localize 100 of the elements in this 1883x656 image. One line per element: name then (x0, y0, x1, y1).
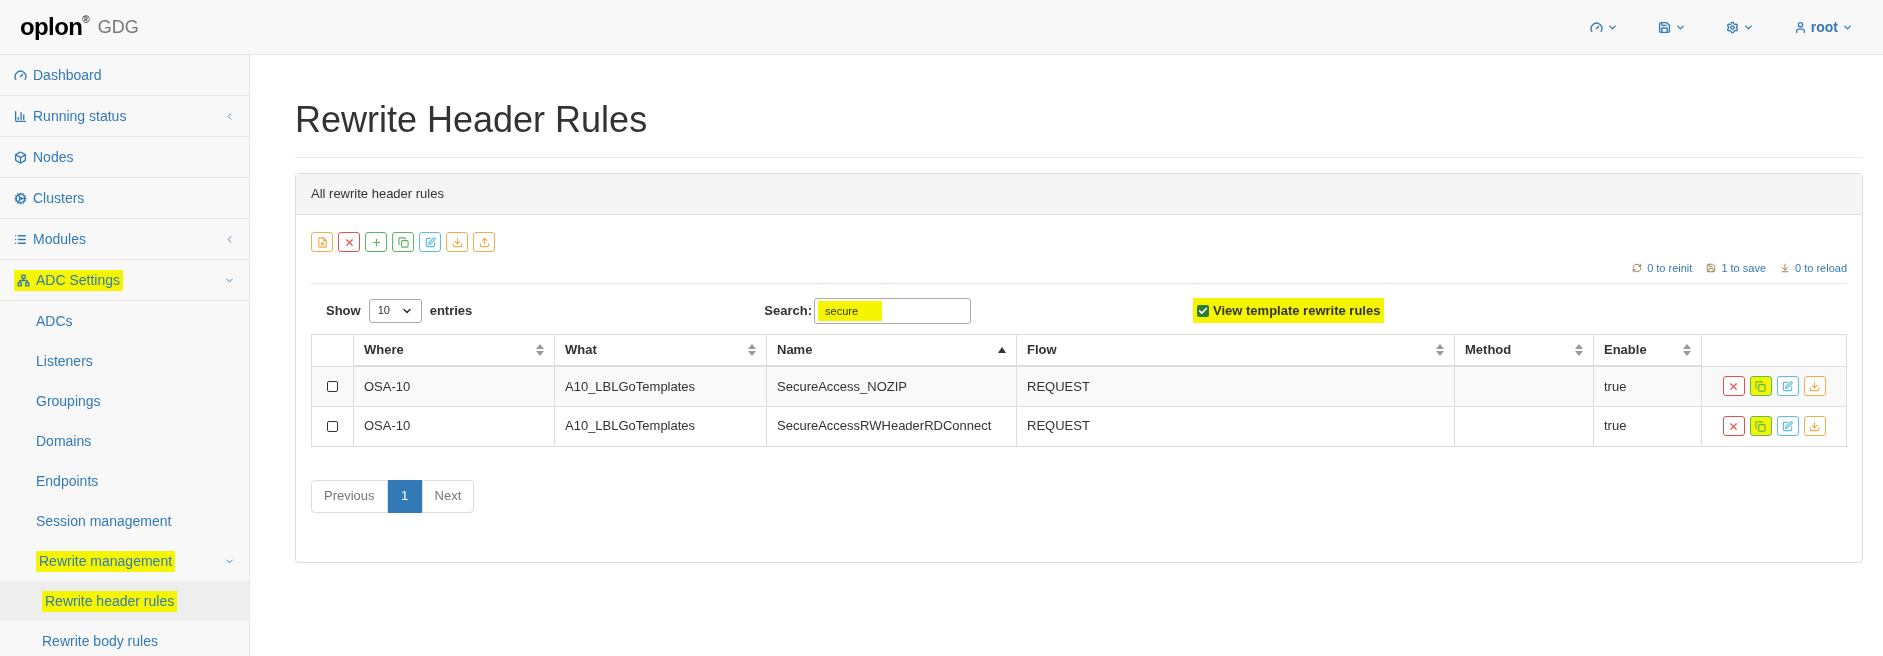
settings-icon (1725, 20, 1739, 34)
copy-icon (1755, 420, 1766, 432)
save-icon (1657, 20, 1671, 34)
table-cell: SecureAccess_NOZIP (777, 378, 908, 394)
download-button[interactable] (1803, 416, 1826, 436)
close-icon (1728, 420, 1739, 432)
table-cell: SecureAccessRWHeaderRDConnect (777, 418, 992, 434)
next-button[interactable]: Next (421, 479, 475, 513)
sidebar-item[interactable]: ADC Settings (0, 260, 249, 301)
edit-icon (424, 236, 436, 248)
menu-label: ADCs (36, 311, 73, 331)
upload-icon (478, 236, 490, 248)
sidebar-item[interactable]: ADCs (0, 301, 249, 341)
menu-label: Modules (14, 228, 86, 250)
table-cell: A10_LBLGoTemplates (565, 378, 696, 394)
upload-button[interactable] (473, 232, 495, 252)
menu-label: Dashboard (14, 64, 102, 86)
delete-button[interactable] (338, 232, 360, 252)
clone-button[interactable] (392, 232, 414, 252)
edit-icon (1782, 420, 1793, 432)
row-checkbox[interactable] (327, 421, 338, 433)
dashboard-menu[interactable] (1589, 20, 1618, 34)
export-icon (316, 236, 328, 248)
table-cell: REQUEST (1027, 378, 1090, 394)
product-name: GDG (97, 15, 139, 39)
status-link[interactable]: 1 to save (1706, 260, 1766, 277)
menu-label: Domains (36, 431, 92, 451)
page-length-select[interactable]: 10 (368, 298, 422, 323)
close-icon (1728, 380, 1739, 392)
sidebar-item[interactable]: Dashboard (0, 55, 249, 96)
add-button[interactable] (365, 232, 387, 252)
menu-label: Listeners (36, 351, 93, 371)
download-icon (1809, 420, 1820, 432)
delete-button[interactable] (1722, 376, 1745, 396)
menu-label: Running status (14, 105, 127, 127)
table-cell: true (1604, 418, 1627, 434)
status-link[interactable]: 0 to reload (1780, 260, 1847, 277)
plus-icon (370, 236, 382, 248)
checkbox[interactable] (1197, 304, 1209, 317)
menu-label: ADC Settings (14, 269, 124, 291)
row-checkbox[interactable] (327, 381, 338, 393)
user-menu[interactable]: root (1793, 16, 1853, 38)
download-icon (1780, 263, 1790, 274)
menu-label: Rewrite body rules (42, 631, 158, 651)
user-icon (1793, 20, 1807, 34)
download-icon (1809, 380, 1820, 392)
sidebar-item[interactable]: Domains (0, 421, 249, 461)
search-field[interactable]: secure (814, 297, 971, 324)
status-link[interactable]: 0 to reinit (1632, 260, 1693, 277)
edit-button[interactable] (419, 232, 441, 252)
save-icon (1706, 263, 1717, 274)
sidebar-item[interactable]: Nodes (0, 137, 249, 178)
download-icon (451, 236, 463, 248)
sidebar-item[interactable]: Running status (0, 96, 249, 137)
delete-button[interactable] (1722, 416, 1745, 436)
clone-button[interactable] (1749, 416, 1772, 436)
menu-label: Rewrite header rules (42, 590, 178, 612)
check-icon (1198, 305, 1208, 316)
brand-logo: oplon (20, 12, 83, 42)
save-menu[interactable] (1657, 20, 1686, 34)
search-label: Search: (764, 301, 812, 320)
menu-label: Clusters (14, 187, 85, 209)
registered-mark: ® (82, 13, 90, 25)
page-button[interactable]: 1 (387, 479, 422, 513)
length-label: Show (326, 301, 361, 320)
sidebar-item[interactable]: Session management (0, 501, 249, 541)
page-title: Rewrite Header Rules (295, 93, 1863, 158)
table-cell: true (1604, 378, 1627, 394)
refresh-icon (1632, 263, 1643, 274)
length-label: entries (429, 301, 473, 320)
download-button[interactable] (1803, 376, 1826, 396)
sidebar-item[interactable]: Endpoints (0, 461, 249, 501)
sidebar-item[interactable]: Groupings (0, 381, 249, 421)
sidebar-item[interactable]: Clusters (0, 178, 249, 219)
sidebar-item[interactable]: Rewrite body rules (0, 621, 249, 656)
export-button[interactable] (311, 232, 333, 252)
sidebar-item[interactable]: Listeners (0, 341, 249, 381)
table-cell: OSA-10 (364, 418, 411, 434)
previous-button[interactable]: Previous (311, 479, 388, 513)
dashboard-icon (1589, 20, 1603, 34)
download-button[interactable] (446, 232, 468, 252)
panel-title: All rewrite header rules (311, 185, 444, 204)
sidebar-item[interactable]: Rewrite management (0, 541, 249, 581)
menu-label: Rewrite management (36, 550, 176, 572)
table-cell: OSA-10 (364, 378, 411, 394)
template-checkbox-label[interactable]: View template rewrite rules (1193, 297, 1385, 324)
menu-label: Groupings (36, 391, 101, 411)
edit-button[interactable] (1776, 376, 1799, 396)
menu-label: Endpoints (36, 471, 99, 491)
settings-menu[interactable] (1725, 20, 1754, 34)
menu-label: Session management (36, 511, 172, 531)
copy-icon (1755, 380, 1766, 392)
table-cell: REQUEST (1027, 418, 1090, 434)
sidebar-item[interactable]: Modules (0, 219, 249, 260)
sidebar-item[interactable]: Rewrite header rules (0, 581, 249, 621)
menu-label: Nodes (14, 146, 74, 168)
clone-button[interactable] (1749, 376, 1772, 396)
close-icon (343, 236, 355, 248)
table-cell: A10_LBLGoTemplates (565, 418, 696, 434)
edit-button[interactable] (1776, 416, 1799, 436)
